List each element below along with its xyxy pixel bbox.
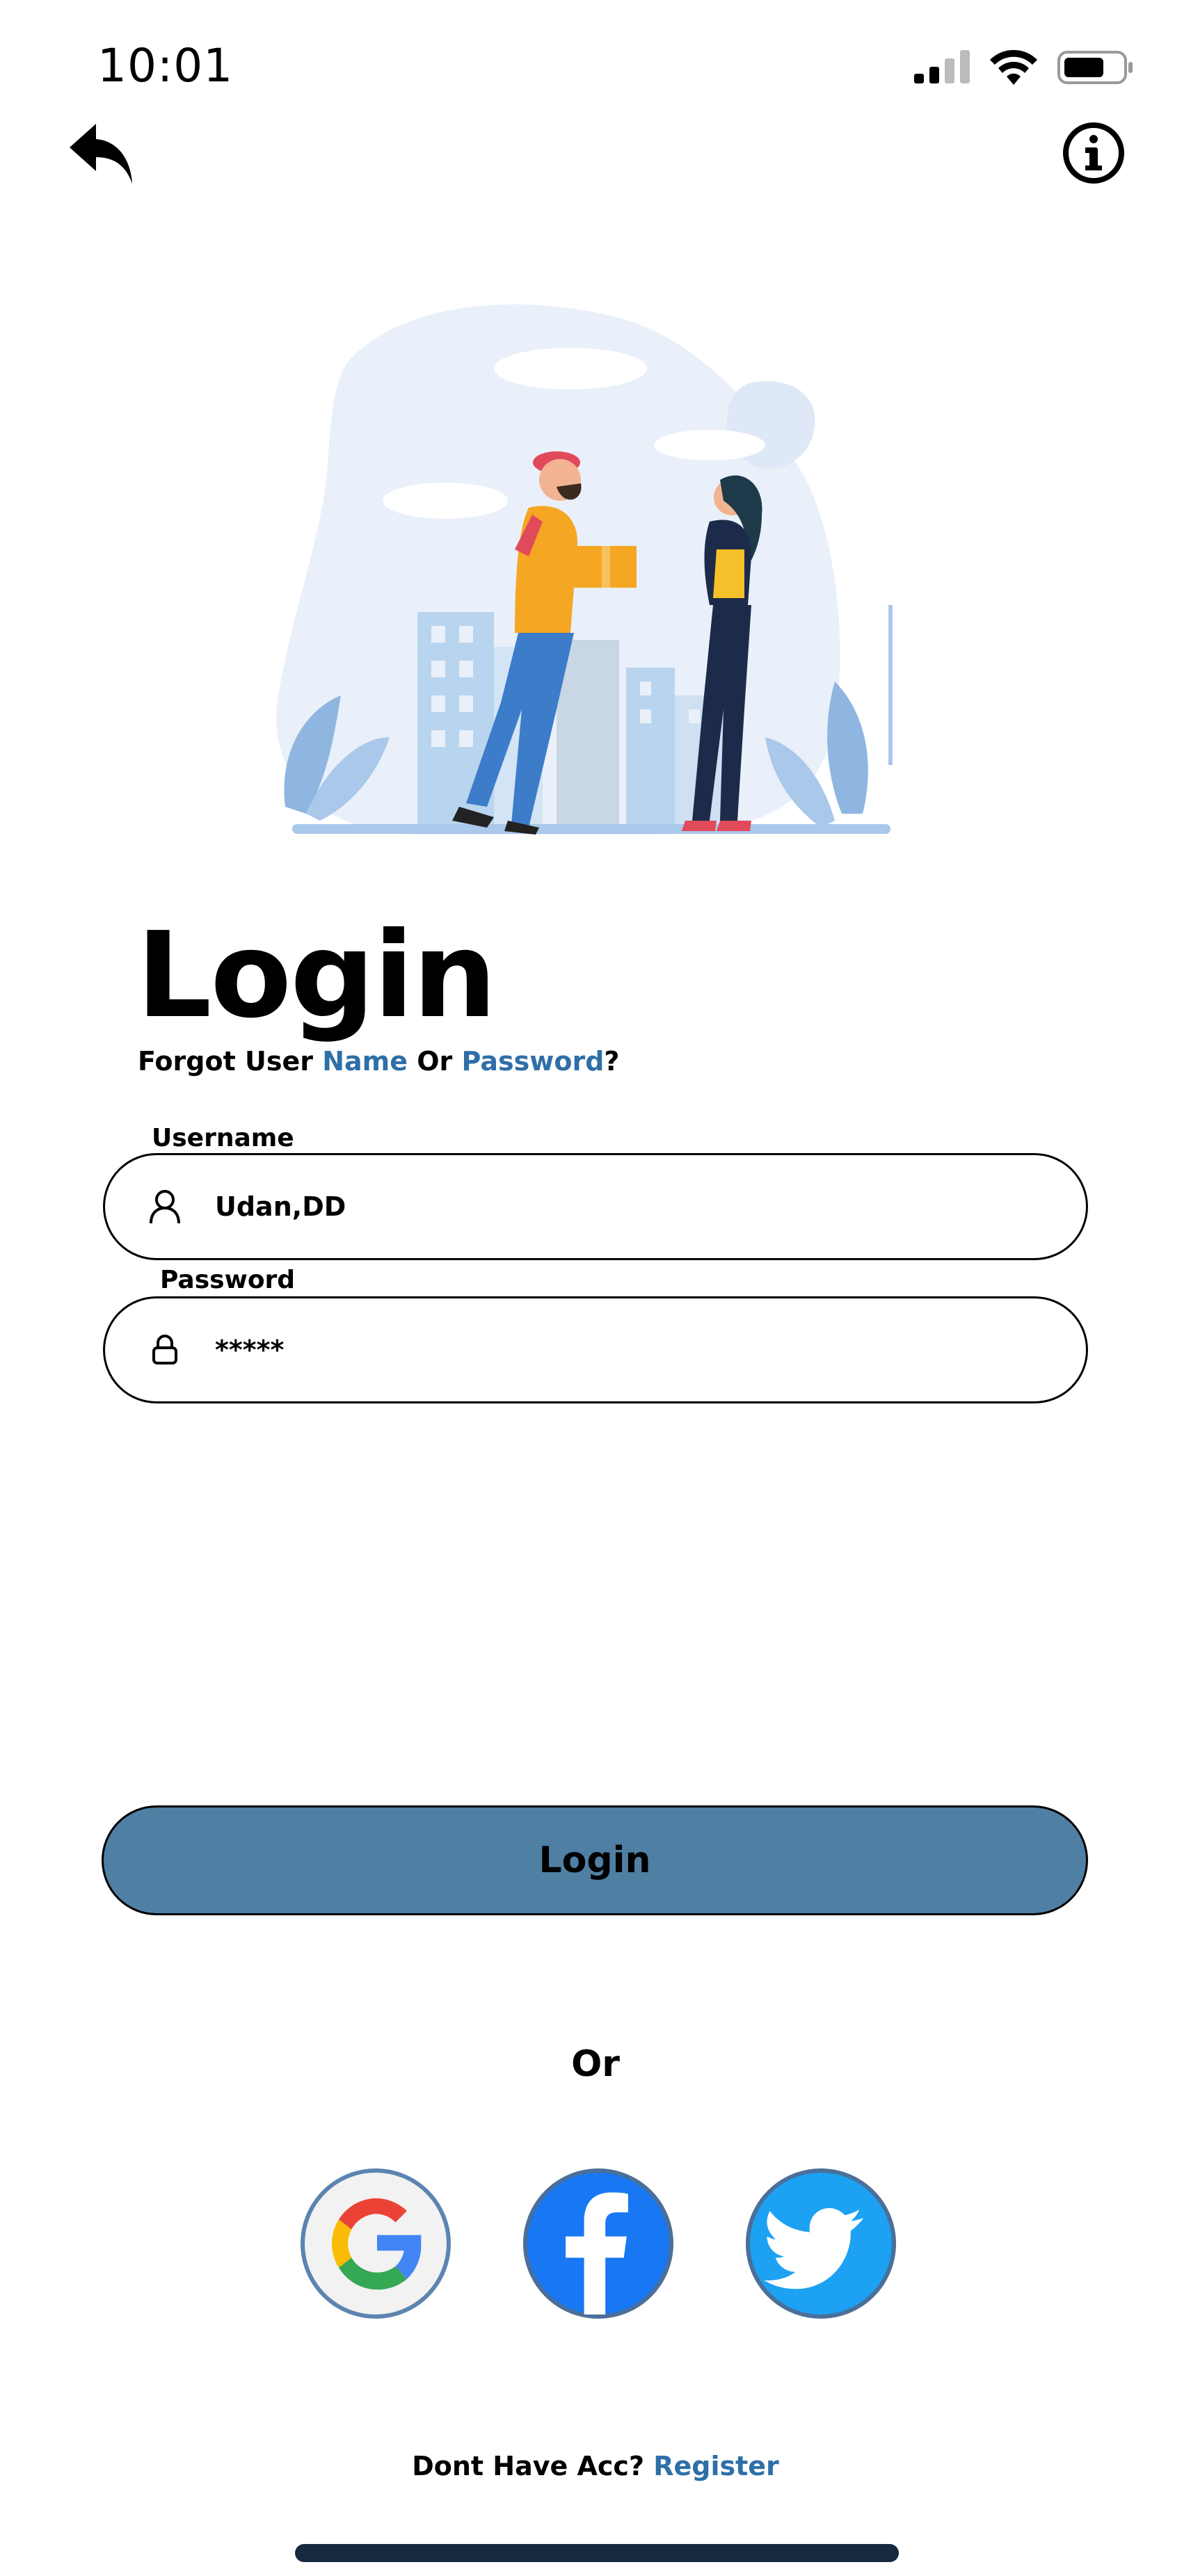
twitter-icon	[764, 2208, 864, 2289]
forgot-credentials-text: Forgot User Name Or Password?	[138, 1046, 619, 1077]
forgot-username-link[interactable]: Name	[322, 1046, 408, 1077]
delivery-illustration	[276, 304, 893, 835]
home-indicator	[295, 2544, 899, 2562]
forgot-prefix: Forgot User	[138, 1046, 323, 1077]
google-icon	[331, 2198, 422, 2290]
status-icons	[914, 49, 1134, 86]
user-icon	[143, 1184, 187, 1229]
signal-icon	[914, 50, 970, 83]
facebook-icon	[566, 2192, 628, 2315]
password-input[interactable]	[214, 1334, 982, 1366]
password-label: Password	[160, 1266, 296, 1294]
or-divider-text: Or	[571, 2043, 620, 2085]
info-button[interactable]	[1060, 120, 1127, 186]
username-input[interactable]	[214, 1191, 982, 1223]
no-account-text: Dont Have Acc?	[412, 2451, 654, 2481]
status-time: 10:01	[97, 39, 234, 92]
forgot-password-link[interactable]: Password	[462, 1046, 605, 1077]
forgot-or-text: Or	[408, 1046, 462, 1077]
login-button[interactable]: Login	[102, 1805, 1088, 1915]
forgot-suffix: ?	[604, 1046, 620, 1077]
username-field[interactable]	[103, 1153, 1088, 1260]
page-title: Login	[136, 907, 497, 1045]
back-arrow-icon	[70, 124, 132, 184]
password-field[interactable]	[103, 1296, 1088, 1403]
back-button[interactable]	[67, 118, 136, 188]
google-login-button[interactable]	[301, 2168, 451, 2319]
register-link[interactable]: Register	[653, 2451, 779, 2481]
info-icon	[1063, 122, 1124, 184]
register-prompt: Dont Have Acc? Register	[0, 2451, 1191, 2481]
username-label: Username	[152, 1124, 294, 1152]
wifi-icon	[990, 49, 1037, 85]
facebook-login-button[interactable]	[523, 2168, 673, 2319]
lock-icon	[143, 1328, 187, 1372]
battery-icon	[1057, 51, 1133, 84]
twitter-login-button[interactable]	[746, 2168, 896, 2319]
